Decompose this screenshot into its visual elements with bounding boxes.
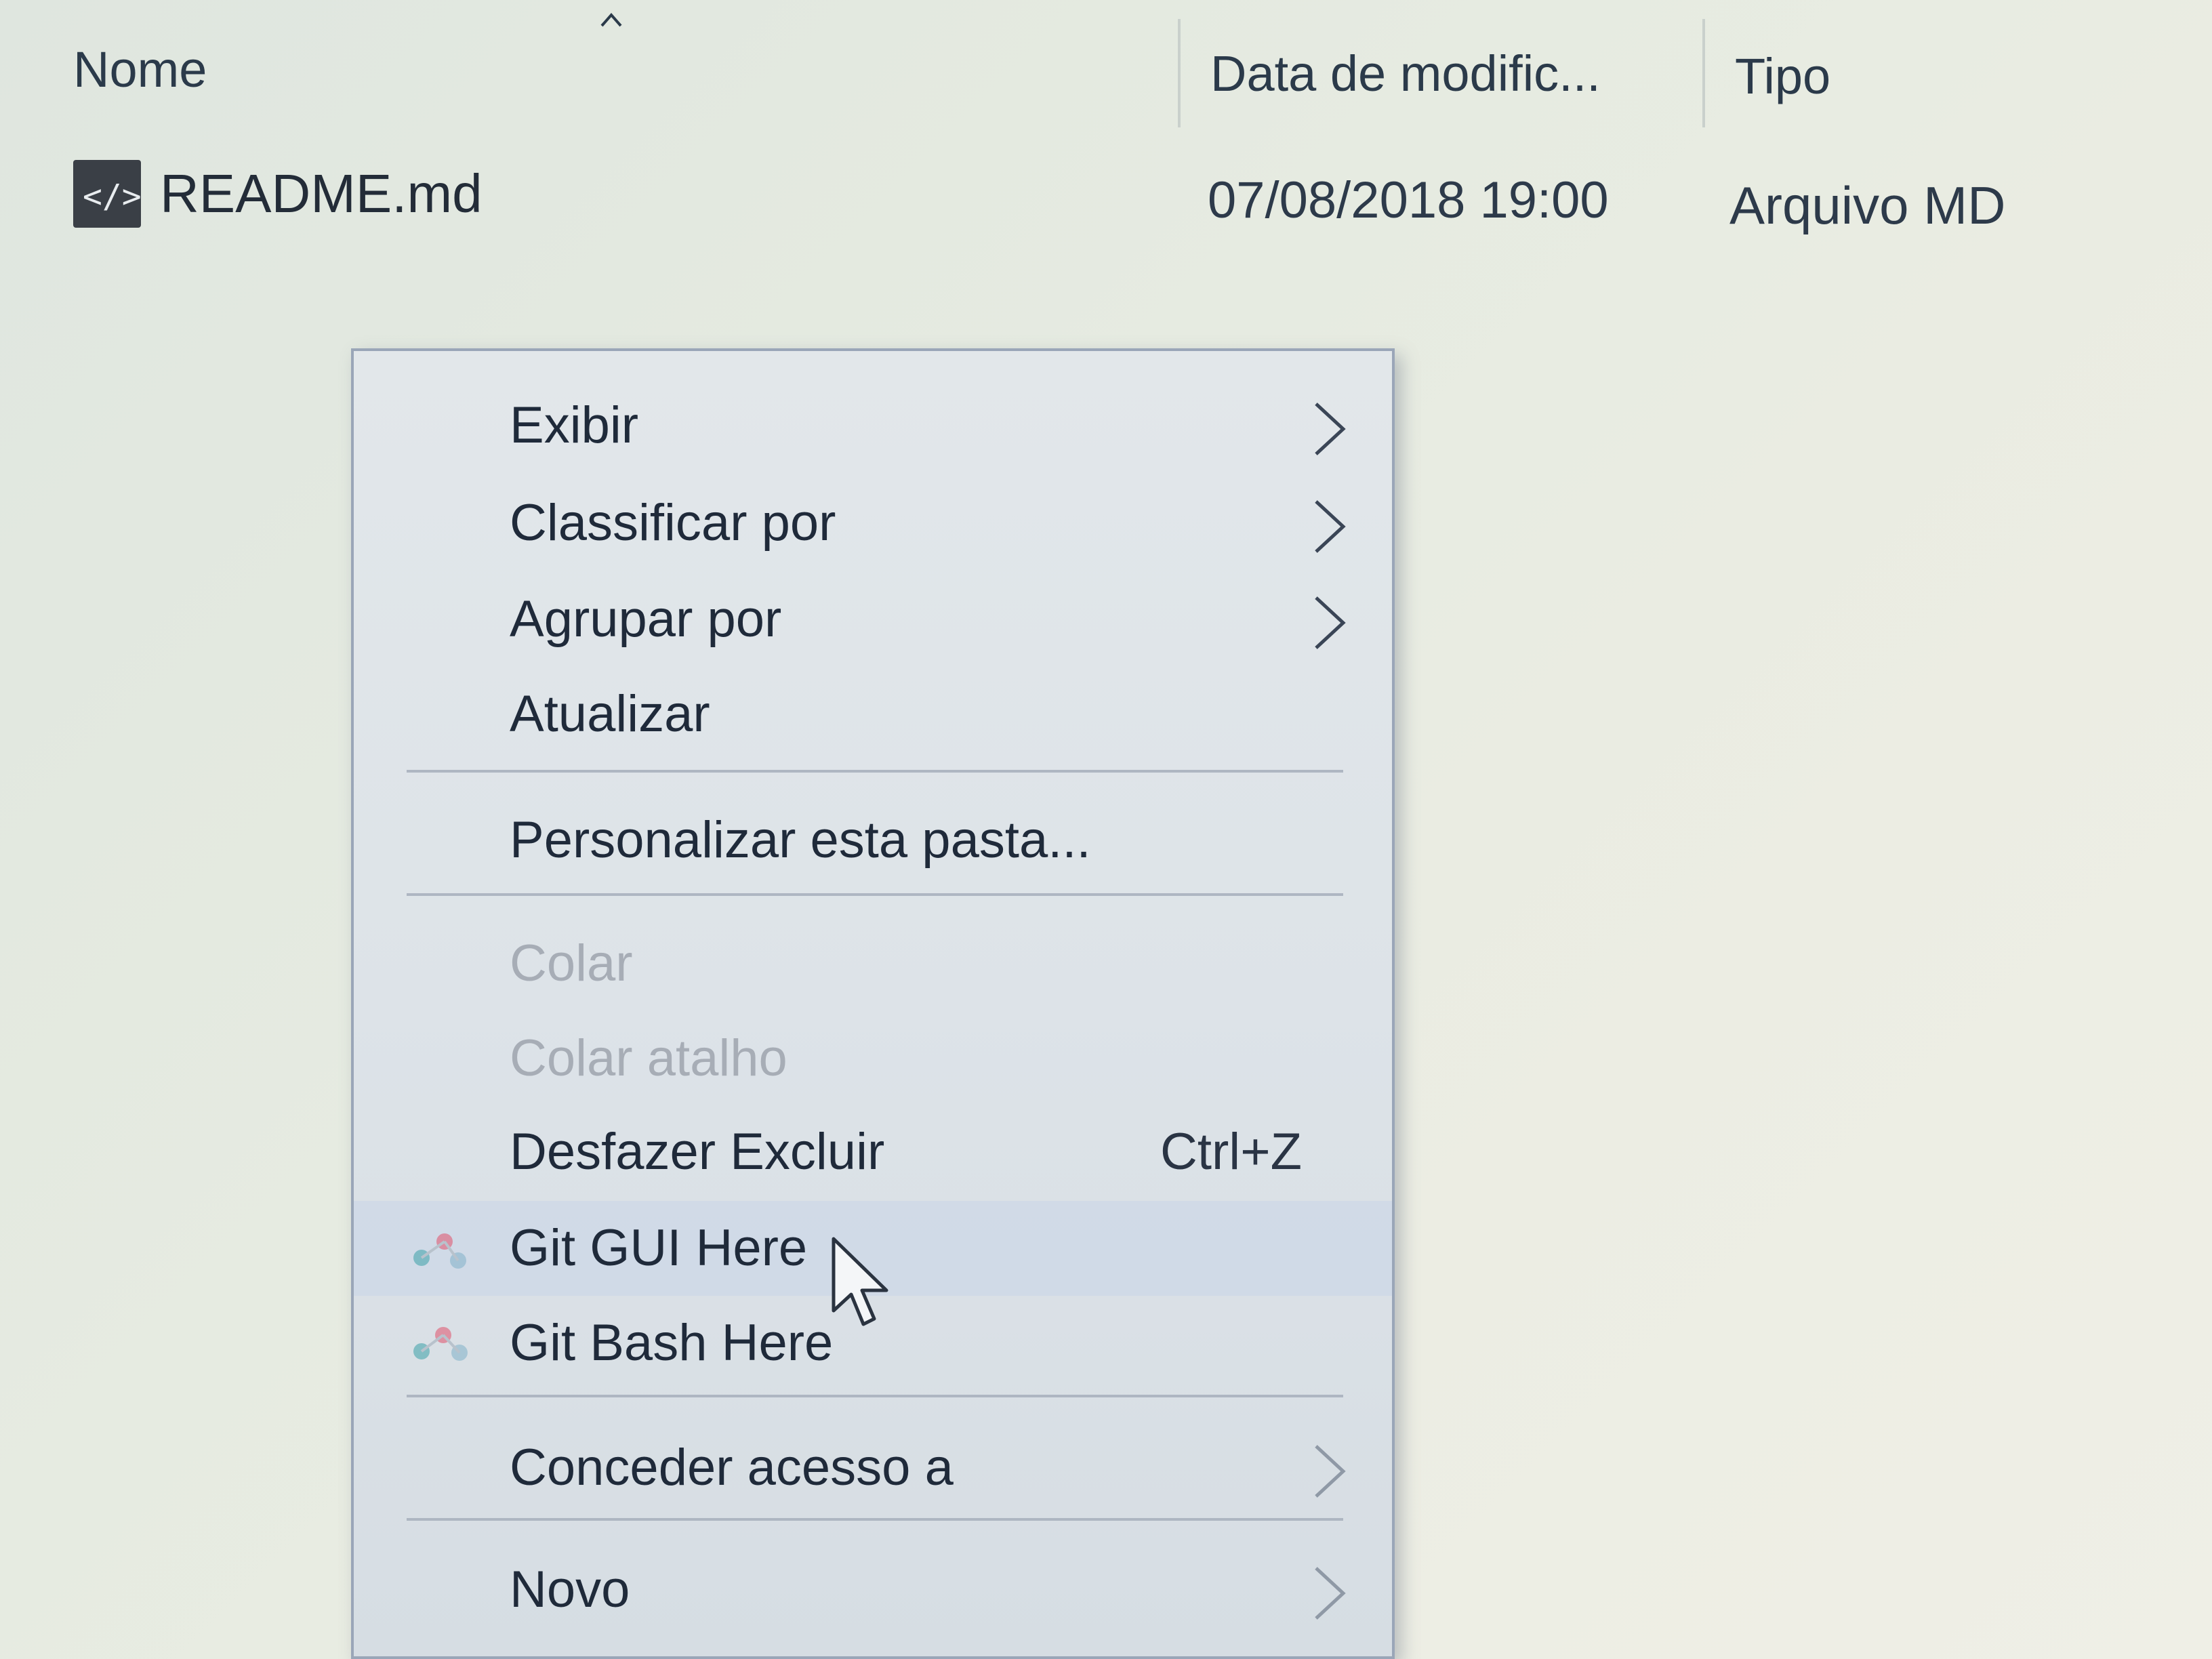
column-divider[interactable] (1702, 19, 1705, 127)
menu-item-label: Atualizar (510, 685, 710, 743)
column-header-date[interactable]: Data de modific... (1210, 45, 1601, 102)
menu-item-exibir[interactable]: Exibir (354, 378, 1392, 473)
mouse-cursor-icon (832, 1237, 888, 1326)
menu-item-label: Novo (510, 1561, 630, 1618)
git-gui-icon (413, 1233, 466, 1269)
column-header-type[interactable]: Tipo (1735, 47, 1830, 105)
file-name[interactable]: README.md (160, 163, 483, 225)
menu-item-novo[interactable]: Novo (354, 1542, 1392, 1637)
menu-item-label: Colar atalho (510, 1029, 787, 1087)
menu-item-label: Exibir (510, 396, 639, 454)
menu-item-label: Classificar por (510, 494, 836, 552)
menu-item-label: Conceder acesso a (510, 1439, 954, 1496)
sort-ascending-icon (600, 12, 622, 27)
menu-item-colar: Colar (354, 916, 1392, 1011)
column-divider[interactable] (1178, 19, 1181, 127)
menu-item-label: Colar (510, 935, 633, 992)
context-menu: Exibir Classificar por Agrupar por Atual… (351, 348, 1395, 1659)
chevron-right-icon (1315, 500, 1346, 553)
markdown-file-icon: </> (73, 160, 142, 228)
file-type: Arquivo MD (1729, 176, 2006, 235)
menu-item-label: Git Bash Here (510, 1314, 834, 1372)
chevron-right-icon (1315, 403, 1346, 455)
menu-item-agrupar-por[interactable]: Agrupar por (354, 572, 1392, 667)
chevron-right-icon (1315, 1445, 1346, 1498)
git-bash-icon (413, 1327, 468, 1361)
menu-item-label: Desfazer Excluir (510, 1123, 885, 1181)
chevron-right-icon (1315, 1567, 1346, 1620)
menu-item-colar-atalho: Colar atalho (354, 1011, 1392, 1106)
column-header-name[interactable]: Nome (73, 41, 207, 98)
chevron-right-icon (1315, 596, 1346, 649)
menu-separator (407, 770, 1343, 773)
menu-separator (407, 1518, 1343, 1521)
menu-item-label: Git GUI Here (510, 1219, 808, 1277)
menu-separator (407, 1395, 1343, 1397)
menu-item-classificar-por[interactable]: Classificar por (354, 476, 1392, 571)
menu-item-personalizar-esta-pasta[interactable]: Personalizar esta pasta... (354, 793, 1392, 888)
menu-item-label: Agrupar por (510, 590, 782, 648)
menu-separator (407, 893, 1343, 896)
menu-item-label: Personalizar esta pasta... (510, 811, 1091, 869)
menu-item-conceder-acesso-a[interactable]: Conceder acesso a (354, 1420, 1392, 1515)
column-header-row: Nome Data de modific... Tipo (0, 0, 2212, 136)
svg-text:</>: </> (83, 178, 141, 216)
menu-item-atualizar[interactable]: Atualizar (354, 667, 1392, 762)
menu-item-desfazer-excluir[interactable]: Desfazer Excluir Ctrl+Z (354, 1105, 1392, 1200)
menu-item-shortcut: Ctrl+Z (1160, 1123, 1302, 1181)
file-date: 07/08/2018 19:00 (1208, 171, 1609, 229)
